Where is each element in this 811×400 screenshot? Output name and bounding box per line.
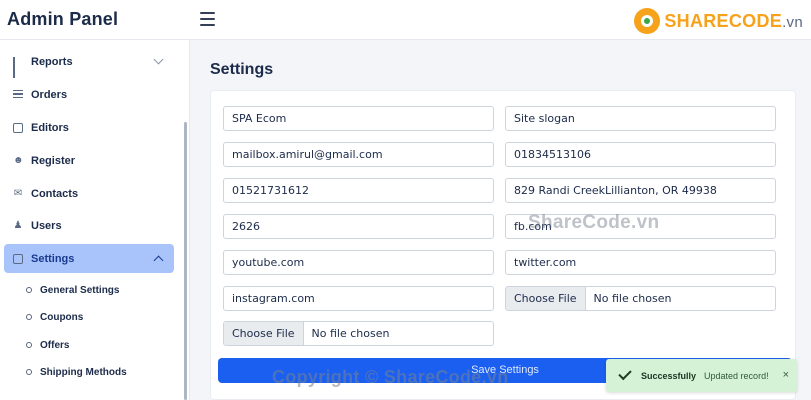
youtube-field[interactable]: youtube.com <box>223 250 494 275</box>
address-field[interactable]: 829 Randi CreekLillianton, OR 49938 <box>505 178 776 203</box>
chevron-down-icon <box>153 54 164 65</box>
logo-name: SHARECODE <box>664 10 783 31</box>
sidebar-subitem-label: Offers <box>40 339 70 351</box>
bullet-icon <box>26 314 32 320</box>
sidebar-item-register[interactable]: ☻ Register <box>4 146 174 175</box>
bullet-icon <box>26 287 32 293</box>
mail-icon: ✉ <box>13 187 23 199</box>
sidebar-scrollbar[interactable] <box>184 122 187 400</box>
sidebar-item-label: Orders <box>31 88 68 101</box>
sidebar-item-label: Reports <box>31 55 73 68</box>
zip-field[interactable]: 2626 <box>223 214 494 239</box>
logo-file-input[interactable]: Choose File No file chosen <box>505 286 776 311</box>
watermark-center: ShareCode.vn <box>528 212 660 233</box>
document-icon <box>13 253 23 264</box>
close-icon[interactable]: × <box>783 369 789 381</box>
sharecode-logo: SHARECODE.vn <box>634 7 803 35</box>
sidebar-item-orders[interactable]: Orders <box>4 80 174 109</box>
list-icon <box>13 89 23 100</box>
user-icon: ☻ <box>13 154 24 166</box>
sidebar-item-label: Settings <box>31 252 75 265</box>
watermark-footer: Copyright © ShareCode.vn <box>272 367 509 387</box>
bar-chart-icon <box>13 56 23 78</box>
top-bar: Admin Panel SHARECODE.vn <box>0 0 811 40</box>
logo-tld: .vn <box>782 13 803 31</box>
instagram-field[interactable]: instagram.com <box>223 286 494 311</box>
toast-title: Successfully <box>641 370 697 381</box>
edit-icon <box>13 122 23 133</box>
toast-message: Updated record! <box>704 370 769 381</box>
file-status: No file chosen <box>311 327 390 340</box>
sidebar-subitem-general-settings[interactable]: General Settings <box>26 281 119 299</box>
settings-card <box>210 90 796 400</box>
sidebar-subitem-label: Coupons <box>40 311 84 323</box>
site-slogan-field[interactable]: Site slogan <box>505 106 776 131</box>
site-name-field[interactable]: SPA Ecom <box>223 106 494 131</box>
success-toast: Successfully Updated record! × <box>606 359 797 392</box>
sidebar-item-label: Contacts <box>31 187 79 200</box>
file-status: No file chosen <box>593 292 672 305</box>
bullet-icon <box>26 369 32 375</box>
sidebar-item-label: Users <box>31 219 62 232</box>
sidebar-item-editors[interactable]: Editors <box>4 113 174 142</box>
sidebar-subitem-label: General Settings <box>40 284 120 296</box>
logo-mark-icon <box>634 8 661 34</box>
sidebar-item-reports[interactable]: Reports <box>4 47 174 78</box>
email-field[interactable]: mailbox.amirul@gmail.com <box>223 142 494 167</box>
sidebar-item-label: Register <box>31 154 76 167</box>
bullet-icon <box>26 342 32 348</box>
brand-title[interactable]: Admin Panel <box>7 9 118 30</box>
sidebar-item-contacts[interactable]: ✉ Contacts <box>4 179 174 208</box>
sidebar: Reports Orders Editors ☻ Register ✉ Cont… <box>0 40 190 400</box>
check-icon <box>618 366 632 381</box>
sidebar-subitem-shipping-methods[interactable]: Shipping Methods <box>26 363 127 381</box>
choose-file-button[interactable]: Choose File <box>224 322 304 345</box>
sidebar-item-users[interactable]: ♟ Users <box>4 211 174 240</box>
favicon-file-input[interactable]: Choose File No file chosen <box>223 321 494 346</box>
phone2-field[interactable]: 01521731612 <box>223 178 494 203</box>
phone-field[interactable]: 01834513106 <box>505 142 776 167</box>
menu-toggle-icon[interactable] <box>200 12 215 26</box>
users-icon: ♟ <box>13 219 23 231</box>
sidebar-subitem-coupons[interactable]: Coupons <box>26 308 83 326</box>
sidebar-item-label: Editors <box>31 121 69 134</box>
sidebar-subitem-label: Shipping Methods <box>40 366 127 378</box>
sidebar-subitem-offers[interactable]: Offers <box>26 336 69 354</box>
twitter-field[interactable]: twitter.com <box>505 250 776 275</box>
sidebar-item-settings[interactable]: Settings <box>4 244 174 273</box>
page-title: Settings <box>210 61 274 78</box>
choose-file-button[interactable]: Choose File <box>506 287 586 310</box>
chevron-up-icon <box>153 255 164 266</box>
